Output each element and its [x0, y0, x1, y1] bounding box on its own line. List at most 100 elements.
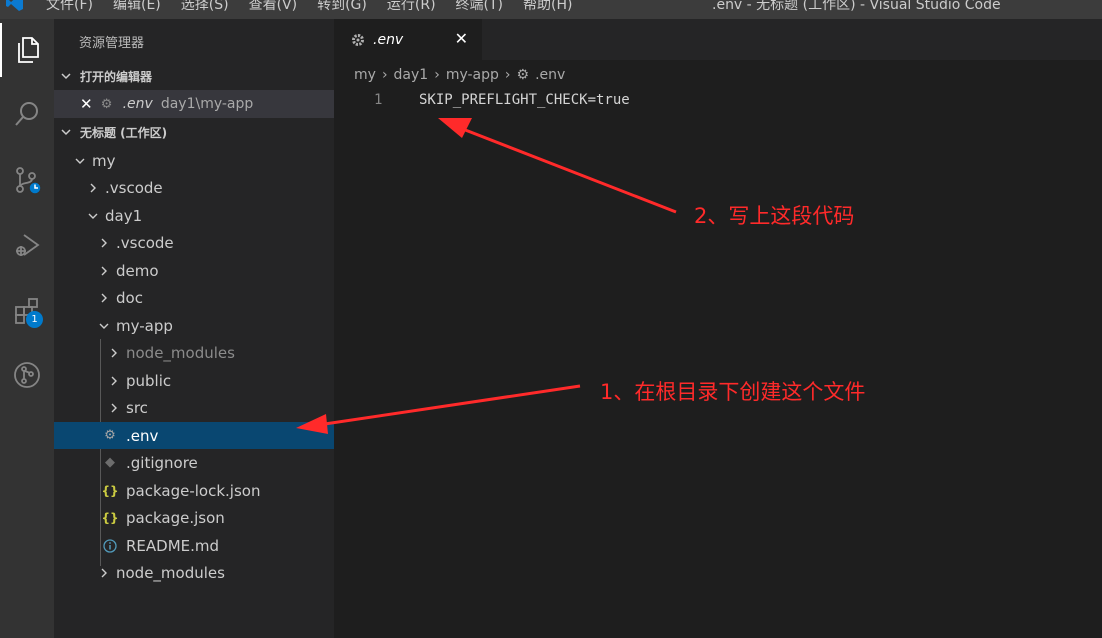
menu-run[interactable]: 运行(R) [387, 0, 436, 14]
json-file-icon: {} [101, 483, 119, 498]
window-title: .env - 无标题 (工作区) - Visual Studio Code [712, 0, 1001, 13]
source-control-icon [16, 167, 42, 195]
open-editors-title: 打开的编辑器 [80, 69, 153, 84]
menu-go[interactable]: 转到(G) [317, 0, 367, 14]
close-icon[interactable]: ✕ [455, 29, 468, 48]
tree-folder-my[interactable]: my [54, 147, 334, 174]
sidebar-title: 资源管理器 [79, 36, 145, 51]
chevron-down-icon [60, 126, 74, 138]
menu-edit[interactable]: 编辑(E) [113, 0, 161, 14]
tree-folder-src[interactable]: src [54, 394, 334, 421]
git-graph-icon [14, 362, 40, 388]
arrow-to-file [296, 384, 581, 434]
workspace-header[interactable]: 无标题 (工作区) [54, 121, 334, 143]
open-editor-item[interactable]: ✕ ⚙ .env day1\my-app [54, 90, 334, 118]
annotation-step1: 1、在根目录下创建这个文件 [600, 380, 866, 404]
tree-folder-public[interactable]: public [54, 367, 334, 394]
run-debug-button[interactable] [0, 218, 54, 272]
chevron-right-icon [98, 567, 110, 579]
tree-folder-vscode[interactable]: .vscode [54, 174, 334, 201]
menu-view[interactable]: 查看(V) [249, 0, 298, 14]
tree-folder-doc[interactable]: doc [54, 284, 334, 311]
tree-item-label: node_modules [116, 563, 225, 582]
menu-selection[interactable]: 选择(S) [181, 0, 229, 14]
code-text[interactable]: SKIP_PREFLIGHT_CHECK=true [419, 92, 630, 108]
tree-item-label: .vscode [105, 178, 163, 197]
tree-file-package-lock[interactable]: {} package-lock.json [54, 477, 334, 504]
tree-folder-vscode-2[interactable]: .vscode [54, 229, 334, 256]
tree-file-package-json[interactable]: {} package.json [54, 504, 334, 531]
title-bar: 文件(F) 编辑(E) 选择(S) 查看(V) 转到(G) 运行(R) 终端(T… [0, 0, 1102, 19]
git-graph-button[interactable] [0, 348, 54, 402]
extensions-badge: 1 [26, 311, 43, 328]
workspace-title: 无标题 (工作区) [80, 125, 168, 140]
json-file-icon: {} [101, 510, 119, 525]
editor-line[interactable]: 1 SKIP_PREFLIGHT_CHECK=true [334, 90, 1102, 112]
chevron-right-icon: › [434, 67, 440, 83]
explorer-button[interactable] [0, 23, 54, 77]
tree-folder-my-app[interactable]: my-app [54, 312, 334, 339]
open-editor-name: .env [122, 96, 153, 112]
annotation-step2: 2、写上这段代码 [694, 204, 855, 228]
tree-item-label: package.json [126, 508, 225, 527]
tree-item-label: day1 [105, 206, 143, 225]
chevron-right-icon [98, 237, 110, 249]
breadcrumb-item[interactable]: .env [535, 67, 565, 83]
open-editor-path: day1\my-app [160, 96, 254, 112]
chevron-right-icon [108, 375, 120, 387]
chevron-right-icon [98, 292, 110, 304]
source-control-button[interactable] [0, 153, 54, 207]
tree-file-gitignore[interactable]: ◆ .gitignore [54, 449, 334, 476]
tree-item-label: my-app [116, 316, 173, 335]
vscode-logo-icon [6, 0, 23, 11]
explorer-sidebar: 资源管理器 打开的编辑器 ✕ ⚙ .env day1\my-app 无标题 (工… [54, 19, 334, 638]
arrow-to-code [438, 118, 677, 214]
tree-item-label: .gitignore [126, 453, 198, 472]
tree-item-label: .env [126, 426, 159, 445]
tree-item-label: src [126, 398, 148, 417]
tree-folder-node-modules[interactable]: node_modules [54, 339, 334, 366]
tree-item-label: demo [116, 261, 159, 280]
gear-file-icon: ⚙ [516, 67, 530, 83]
breadcrumb-item[interactable]: my [354, 67, 376, 83]
open-editors-header[interactable]: 打开的编辑器 [54, 65, 334, 87]
tree-folder-day1[interactable]: day1 [54, 202, 334, 229]
breadcrumb-item[interactable]: my-app [446, 67, 499, 83]
chevron-down-icon [98, 320, 110, 332]
menu-terminal[interactable]: 终端(T) [456, 0, 503, 14]
git-file-icon: ◆ [105, 455, 115, 470]
chevron-down-icon [74, 155, 86, 167]
tree-folder-demo[interactable]: demo [54, 257, 334, 284]
chevron-right-icon [108, 402, 120, 414]
tree-item-label: node_modules [126, 343, 235, 362]
chevron-right-icon [108, 347, 120, 359]
tree-item-label: README.md [126, 536, 220, 555]
tree-item-label: .vscode [116, 233, 174, 252]
tree-item-label: public [126, 371, 172, 390]
breadcrumb: my › day1 › my-app › ⚙ .env [354, 64, 565, 86]
tree-file-env[interactable]: ⚙ .env [54, 422, 334, 449]
tab-label: .env [373, 31, 404, 48]
extensions-button[interactable]: 1 [0, 283, 54, 337]
chevron-right-icon: › [381, 67, 388, 83]
search-button[interactable] [0, 87, 54, 141]
menu-help[interactable]: 帮助(H) [523, 0, 572, 14]
chevron-right-icon [87, 182, 99, 194]
run-debug-icon [16, 234, 40, 256]
search-icon [15, 102, 38, 126]
close-icon[interactable]: ✕ [80, 95, 93, 113]
gear-file-icon [351, 33, 365, 47]
activity-bar: 1 [0, 19, 54, 638]
chevron-down-icon [87, 210, 99, 222]
info-file-icon [102, 538, 118, 553]
tree-item-label: doc [116, 288, 143, 307]
menu-file[interactable]: 文件(F) [46, 0, 93, 14]
line-number: 1 [374, 92, 383, 108]
tab-env[interactable]: .env ✕ [334, 19, 482, 60]
breadcrumb-item[interactable]: day1 [394, 67, 429, 83]
tree-folder-node-modules-root[interactable]: node_modules [54, 559, 334, 586]
editor-tabs-bar: .env ✕ [334, 19, 1102, 60]
chevron-down-icon [60, 70, 74, 82]
tree-file-readme[interactable]: README.md [54, 532, 334, 559]
explorer-icon [18, 37, 39, 63]
